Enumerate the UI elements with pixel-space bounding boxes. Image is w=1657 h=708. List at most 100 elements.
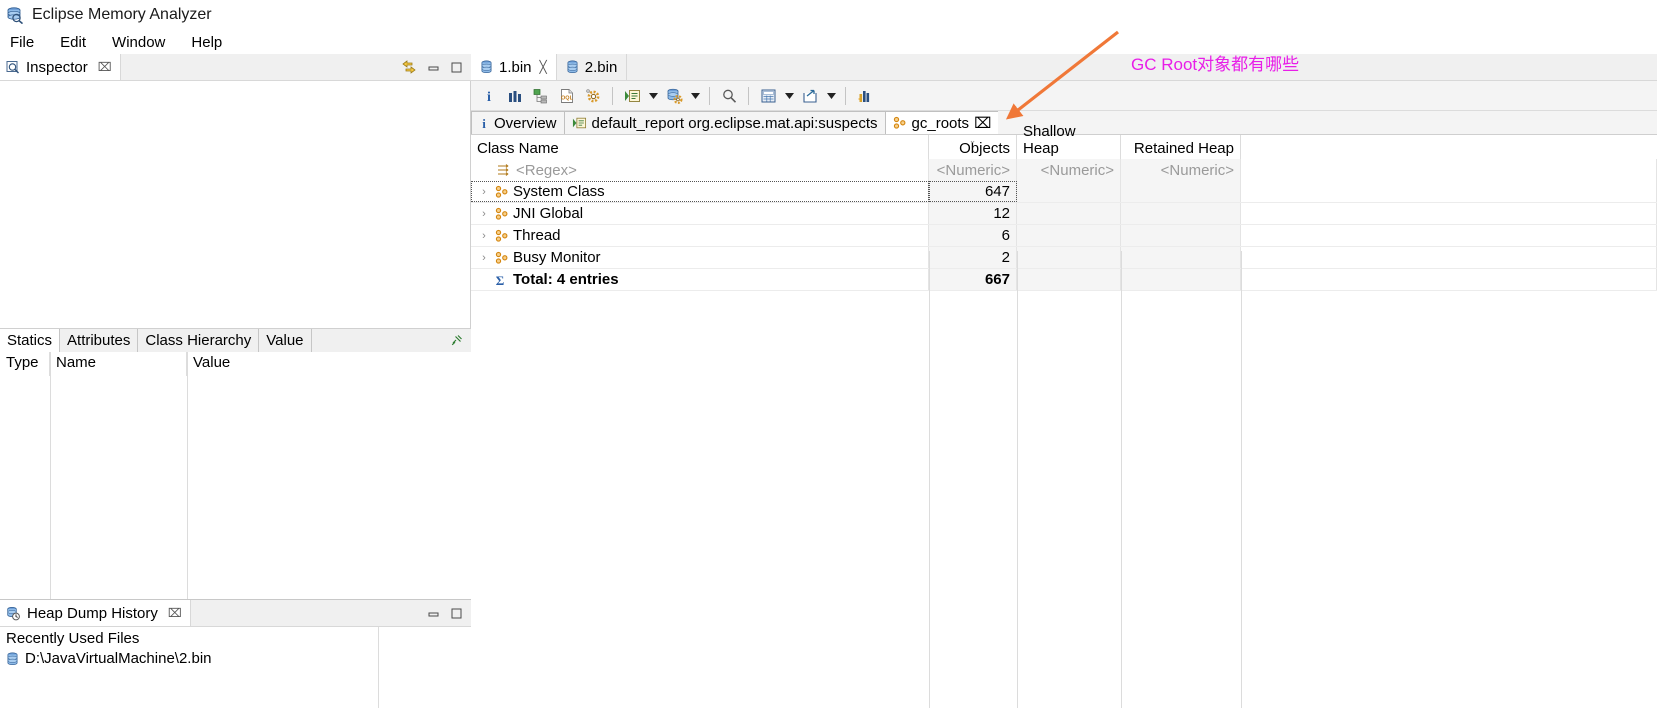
- tab-value[interactable]: Value: [259, 329, 312, 352]
- overview-info-icon[interactable]: i: [477, 84, 501, 108]
- view-tab-heap-dump-history[interactable]: Heap Dump History ⌧: [0, 600, 191, 626]
- heap-dump-history-header: Heap Dump History ⌧: [0, 600, 471, 627]
- table-row[interactable]: › Busy Monitor 2: [471, 247, 1657, 269]
- calculator-icon[interactable]: [756, 84, 780, 108]
- pane-tab-overview[interactable]: i Overview: [471, 111, 565, 134]
- heap-dump-history-divider: [378, 627, 379, 708]
- heap-dump-file-item[interactable]: D:\JavaVirtualMachine\2.bin: [0, 647, 471, 667]
- heap-dump-history-body: Recently Used Files D:\JavaVirtualMachin…: [0, 627, 471, 708]
- inspector-tab-label: Inspector: [26, 58, 88, 76]
- editor-tab-2bin[interactable]: 2.bin: [556, 54, 628, 80]
- inspect-gear-icon[interactable]: [581, 84, 605, 108]
- close-icon[interactable]: ⌧: [974, 114, 991, 132]
- gc-roots-results-table: Class Name ⌄ Objects Shallow Heap Retain…: [471, 123, 1657, 708]
- query-browser-icon[interactable]: [662, 84, 686, 108]
- column-header-shallow-heap[interactable]: Shallow Heap: [1017, 123, 1121, 159]
- row-class-name[interactable]: › Busy Monitor: [471, 247, 929, 268]
- property-table-header: Type Name Value: [0, 352, 471, 376]
- close-icon[interactable]: ╳: [540, 60, 547, 74]
- column-header-filler: [1241, 135, 1657, 159]
- gc-roots-icon: [495, 185, 509, 199]
- heap-dump-history-header-spacer: [191, 600, 427, 626]
- minimize-icon[interactable]: [427, 61, 440, 74]
- view-tab-inspector[interactable]: Inspector ⌧: [0, 54, 121, 80]
- row-retained-heap: [1121, 203, 1241, 224]
- pane-tab-default-report[interactable]: default_report org.eclipse.mat.api:suspe…: [563, 111, 886, 134]
- chevron-right-icon[interactable]: ›: [477, 186, 491, 198]
- tab-attributes[interactable]: Attributes: [60, 329, 139, 352]
- table-row[interactable]: › JNI Global 12: [471, 203, 1657, 225]
- column-header-retained-heap[interactable]: Retained Heap: [1121, 135, 1241, 159]
- svg-text:OQL: OQL: [561, 95, 574, 101]
- filter-shallow-heap[interactable]: <Numeric>: [1017, 159, 1121, 181]
- run-report-dropdown-arrow[interactable]: [646, 84, 660, 108]
- row-class-name[interactable]: › System Class: [471, 181, 929, 202]
- minimize-icon[interactable]: [427, 607, 440, 620]
- column-header-objects[interactable]: ⌄ Objects: [929, 135, 1017, 159]
- total-retained-heap: [1121, 269, 1241, 290]
- filter-retained-heap[interactable]: <Numeric>: [1121, 159, 1241, 181]
- close-icon[interactable]: ⌧: [168, 606, 182, 620]
- heap-dump-history-panel: Heap Dump History ⌧ Recently Used Files …: [0, 599, 471, 708]
- row-class-name[interactable]: › Thread: [471, 225, 929, 246]
- menu-item-edit[interactable]: Edit: [58, 34, 88, 51]
- gc-roots-icon: [495, 251, 509, 265]
- sum-sigma-icon: Σ: [493, 273, 507, 287]
- row-shallow-heap: [1017, 203, 1121, 224]
- row-class-name[interactable]: › JNI Global: [471, 203, 929, 224]
- export-icon[interactable]: [798, 84, 822, 108]
- workbench: Inspector ⌧ Statics Attributes Class Hie…: [0, 54, 1657, 708]
- maximize-icon[interactable]: [450, 61, 463, 74]
- link-with-editor-icon[interactable]: [401, 59, 417, 75]
- chevron-right-icon[interactable]: ›: [477, 252, 491, 264]
- tab-class-hierarchy[interactable]: Class Hierarchy: [138, 329, 260, 352]
- run-report-icon[interactable]: [620, 84, 644, 108]
- row-shallow-heap: [1017, 181, 1121, 202]
- chevron-right-icon[interactable]: ›: [477, 230, 491, 242]
- results-table-filter-row: <Regex> <Numeric> <Numeric> <Numeric>: [471, 159, 1657, 181]
- pane-tab-gc-roots[interactable]: gc_roots ⌧: [884, 111, 1000, 134]
- row-class-name-label: JNI Global: [513, 205, 584, 222]
- tab-statics[interactable]: Statics: [0, 329, 61, 352]
- heap-dump-history-tab-label: Heap Dump History: [27, 604, 158, 622]
- column-header-class-name[interactable]: Class Name: [471, 135, 929, 159]
- search-icon[interactable]: [717, 84, 741, 108]
- pane-tab-overview-label: Overview: [494, 114, 557, 132]
- editor-area: 1.bin ╳ 2.bin i OQL i Overview default_r…: [471, 54, 1657, 708]
- export-dropdown-arrow[interactable]: [824, 84, 838, 108]
- close-icon[interactable]: ⌧: [98, 60, 112, 74]
- chevron-right-icon[interactable]: ›: [477, 208, 491, 220]
- column-header-retained-heap-label: Retained Heap: [1133, 140, 1234, 157]
- filter-class-name[interactable]: <Regex>: [471, 159, 929, 181]
- total-label: Total: 4 entries: [513, 271, 619, 288]
- histogram-icon[interactable]: [503, 84, 527, 108]
- toolbar-separator: [845, 86, 846, 105]
- table-row[interactable]: › System Class 647: [471, 181, 1657, 203]
- menu-item-file[interactable]: File: [8, 34, 36, 51]
- pin-icon[interactable]: [450, 329, 471, 352]
- menu-item-help[interactable]: Help: [189, 34, 224, 51]
- gc-roots-icon: [893, 116, 907, 130]
- oql-icon[interactable]: OQL: [555, 84, 579, 108]
- total-filler: [1241, 269, 1657, 290]
- filter-objects[interactable]: <Numeric>: [929, 159, 1017, 181]
- row-filler: [1241, 225, 1657, 246]
- column-header-shallow-heap-label: Shallow Heap: [1023, 123, 1076, 157]
- row-shallow-heap: [1017, 225, 1121, 246]
- left-panel-column: Inspector ⌧ Statics Attributes Class Hie…: [0, 54, 471, 708]
- editor-tab-row: 1.bin ╳ 2.bin: [471, 54, 1657, 81]
- inspector-header-buttons: [401, 54, 471, 80]
- table-row[interactable]: › Thread 6: [471, 225, 1657, 247]
- query-browser-dropdown-arrow[interactable]: [688, 84, 702, 108]
- dominator-tree-icon[interactable]: [529, 84, 553, 108]
- editor-tab-1bin[interactable]: 1.bin ╳: [471, 54, 557, 80]
- menu-item-window[interactable]: Window: [110, 34, 167, 51]
- row-class-name-label: System Class: [513, 183, 605, 200]
- inspector-icon: [6, 60, 20, 74]
- compare-icon[interactable]: [853, 84, 877, 108]
- toolbar-separator: [709, 86, 710, 105]
- row-objects: 6: [929, 225, 1017, 246]
- calculator-dropdown-arrow[interactable]: [782, 84, 796, 108]
- inspector-header-spacer: [121, 54, 401, 80]
- maximize-icon[interactable]: [450, 607, 463, 620]
